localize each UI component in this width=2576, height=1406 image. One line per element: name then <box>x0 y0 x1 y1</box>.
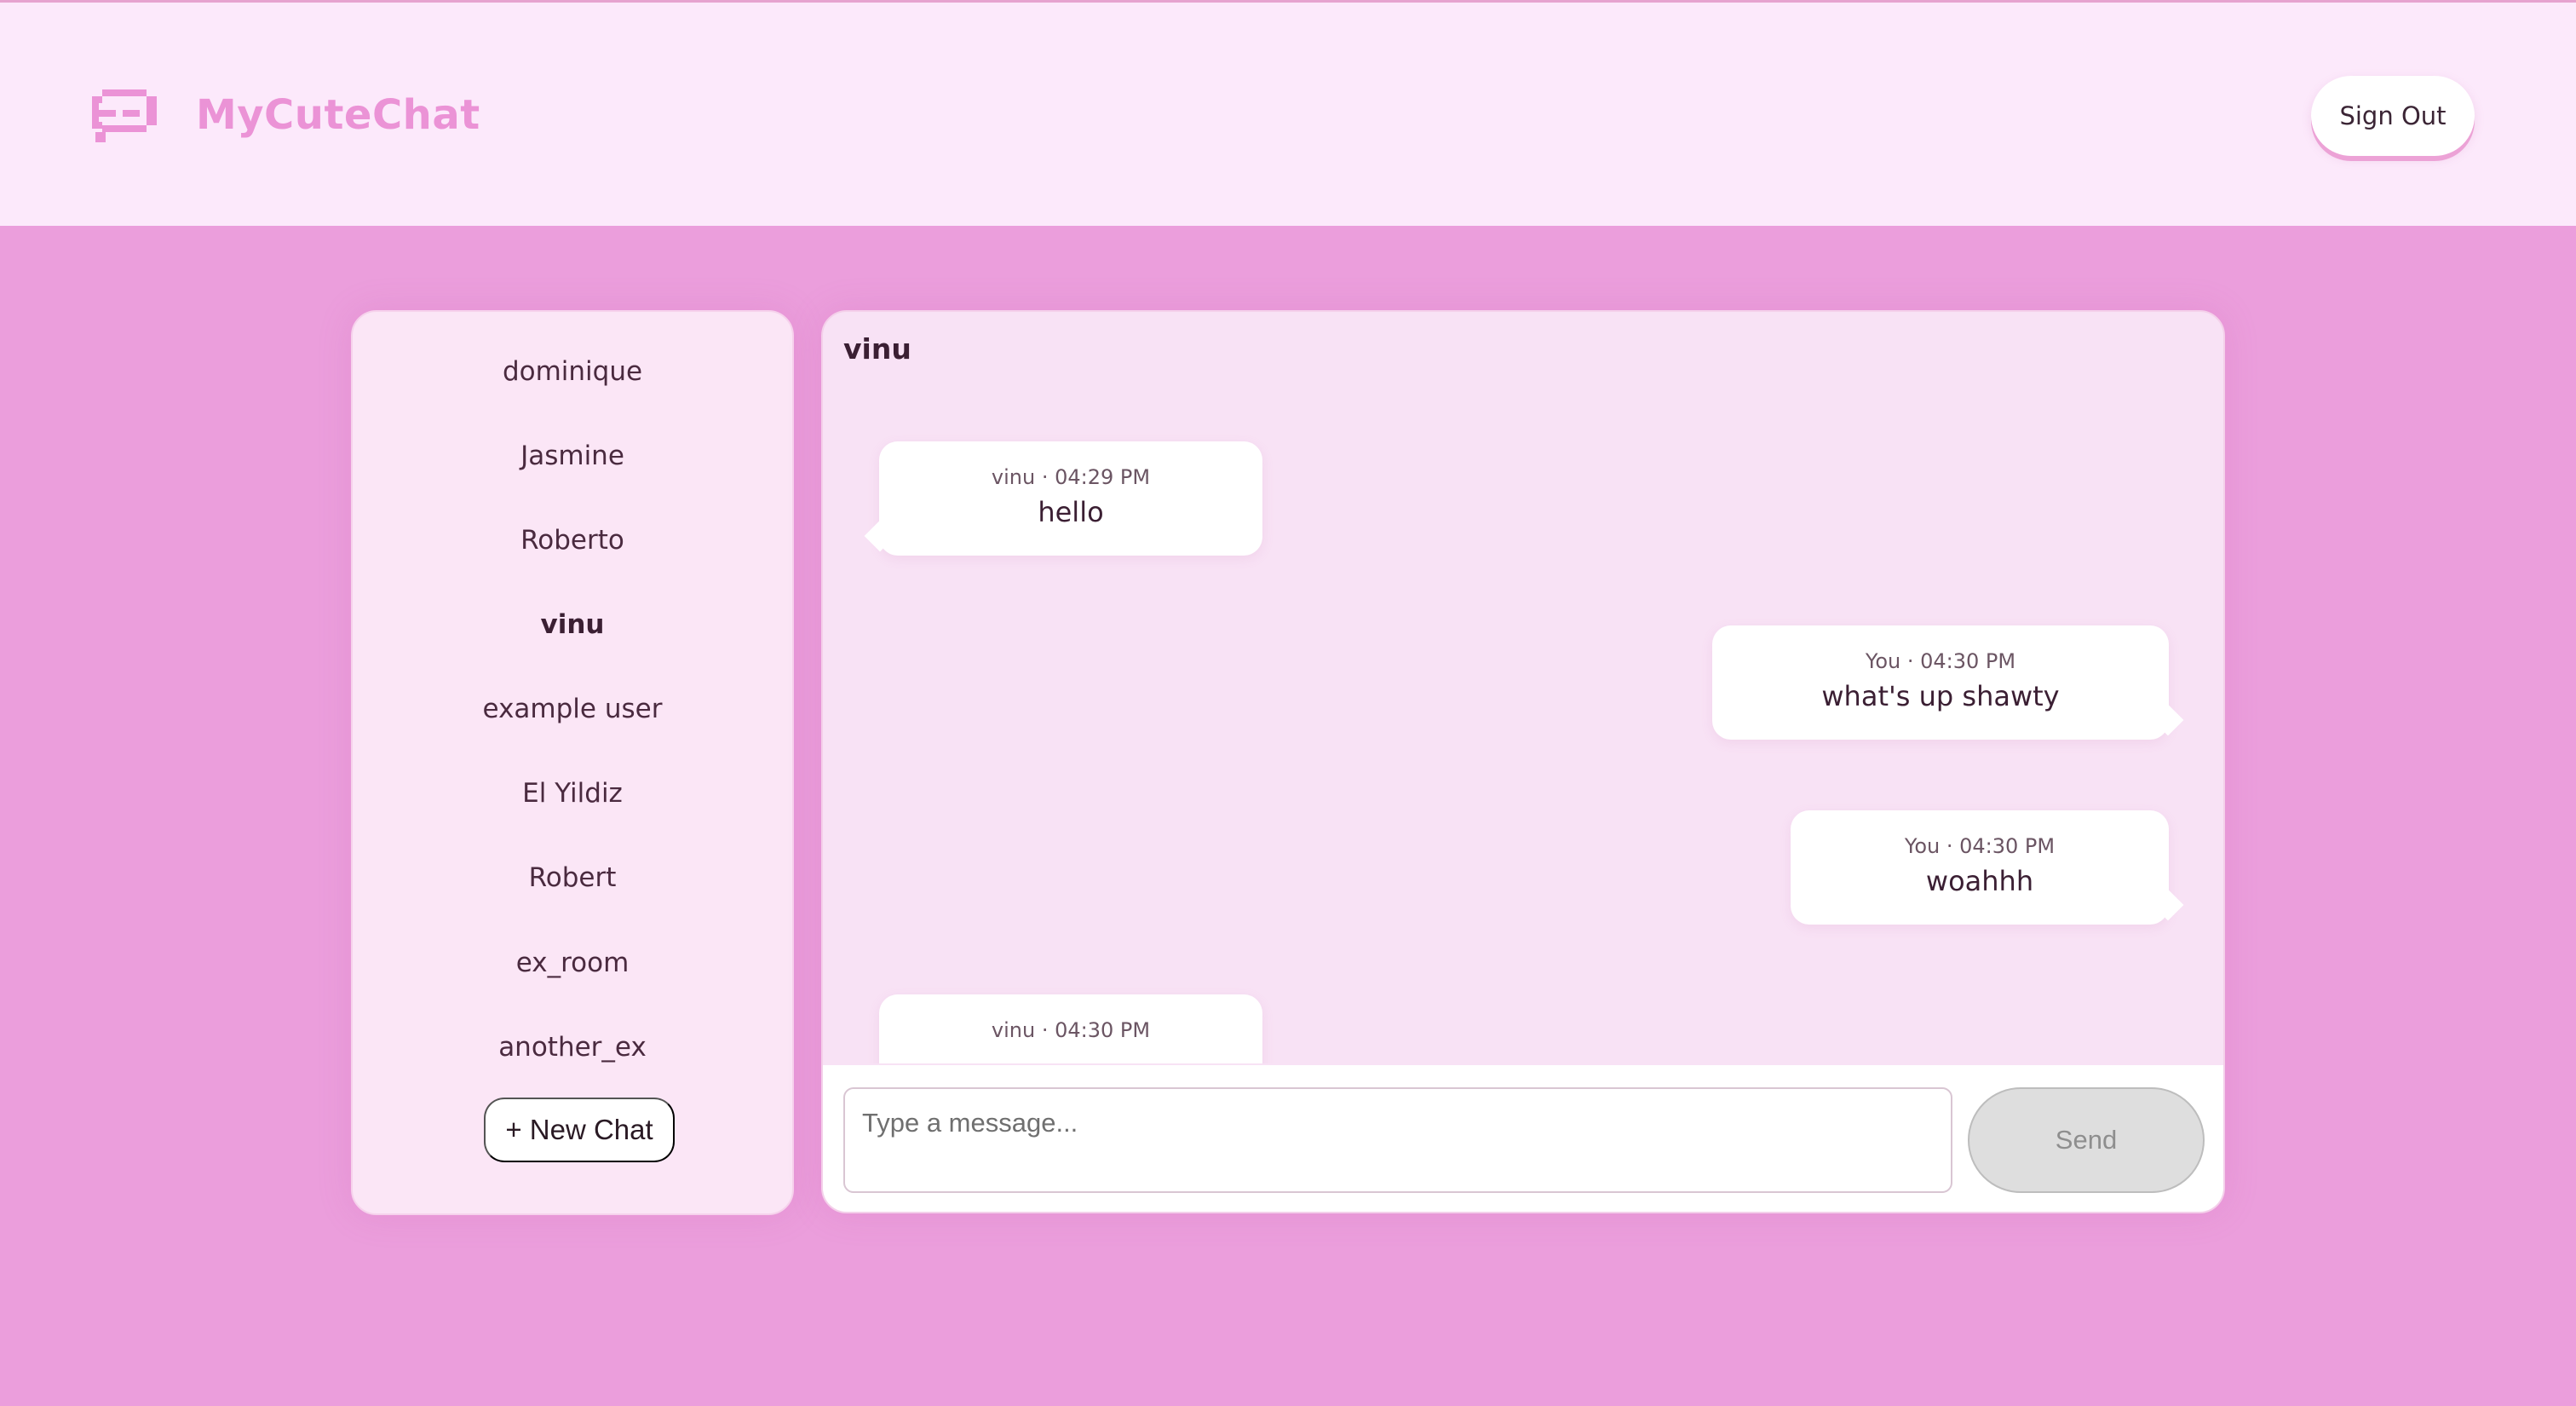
room-item-el-yildiz[interactable]: El Yildiz <box>353 778 792 809</box>
message-text: what's up shawty <box>1821 680 2060 712</box>
message-bubble: You · 04:30 PM what's up shawty <box>1712 625 2184 740</box>
send-button[interactable]: Send <box>1968 1087 2205 1193</box>
chat-panel: vinu vinu · 04:29 PM hello You · 04:30 P… <box>821 310 2225 1213</box>
message-bubble: You · 04:30 PM woahhh <box>1791 810 2184 925</box>
message-meta: vinu · 04:29 PM <box>991 465 1151 489</box>
message-text: woahhh <box>1925 865 2034 897</box>
room-item-vinu[interactable]: vinu <box>353 609 792 640</box>
room-item-jasmine[interactable]: Jasmine <box>353 441 792 471</box>
message-meta: You · 04:30 PM <box>1865 649 2016 673</box>
app-logo-text: MyCuteChat <box>196 91 480 139</box>
message-text: hello <box>1038 496 1104 528</box>
room-item-roberto[interactable]: Roberto <box>353 525 792 556</box>
room-list-sidebar: dominique Jasmine Roberto vinu example u… <box>351 310 794 1215</box>
message-meta: vinu · 04:30 PM <box>991 1018 1151 1042</box>
room-item-ex-room[interactable]: ex_room <box>353 948 792 978</box>
room-item-example-user[interactable]: example user <box>353 694 792 724</box>
room-item-another-ex[interactable]: another_ex <box>353 1032 792 1063</box>
new-chat-button[interactable]: + New Chat <box>484 1098 675 1162</box>
room-item-robert[interactable]: Robert <box>353 862 792 893</box>
chat-bubble-icon <box>92 89 157 142</box>
message-meta: You · 04:30 PM <box>1904 834 2056 858</box>
sign-out-button[interactable]: Sign Out <box>2311 76 2475 156</box>
message-input[interactable] <box>843 1087 1952 1193</box>
app-header: MyCuteChat Sign Out <box>0 3 2576 226</box>
room-item-dominique[interactable]: dominique <box>353 356 792 387</box>
message-composer: Send <box>823 1065 2223 1212</box>
message-bubble: vinu · 04:29 PM hello <box>864 441 1262 556</box>
message-list[interactable]: vinu vinu · 04:29 PM hello You · 04:30 P… <box>823 312 2223 1063</box>
message-bubble: vinu · 04:30 PM <box>879 994 1262 1063</box>
chat-title: vinu <box>843 332 911 366</box>
